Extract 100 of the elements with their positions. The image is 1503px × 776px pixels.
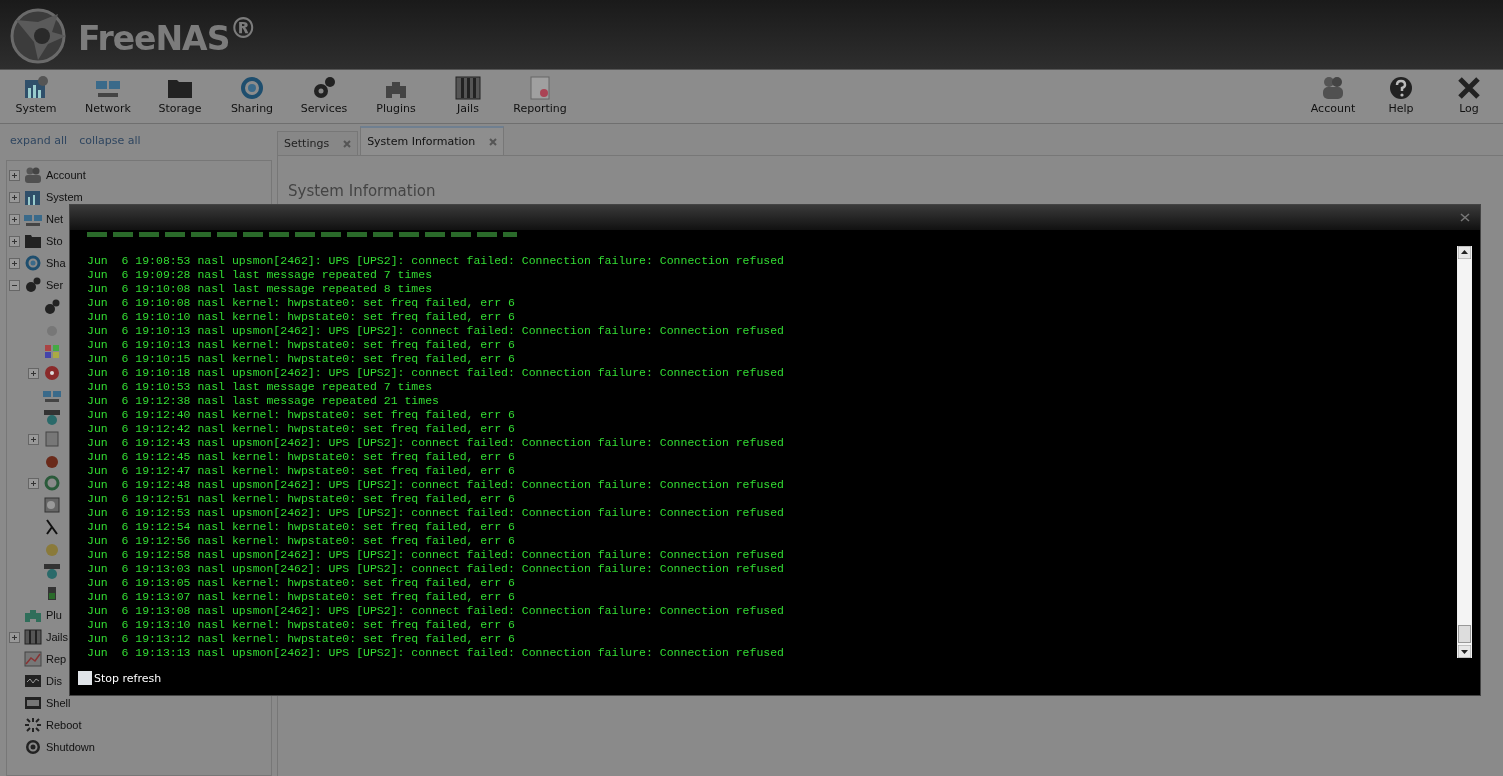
tree-item[interactable]: Dis [46,675,62,687]
tree-item[interactable]: Plu [46,609,62,621]
tree-item[interactable]: Sha [46,257,66,269]
log-line: Jun 6 19:12:38 nasl last message repeated 21 times [87,394,440,408]
tree-item[interactable]: System [46,191,83,203]
tree-link[interactable]: collapse all [79,133,141,147]
toolbar-button[interactable]: Network [72,70,144,123]
log-line: Jun 6 19:12:56 nasl kernel: hwpstate0: set freq failed, err 6 [87,534,516,548]
scroll-up-icon[interactable] [1458,246,1471,259]
sync-icon[interactable] [43,475,61,491]
log-line: Jun 6 19:10:18 nasl upsmon[2462]: UPS [UPS2]: connect failed: Connection failure: Connection refused [87,366,785,380]
log-line: Jun 6 19:13:03 nasl upsmon[2462]: UPS [UPS2]: connect failed: Connection failure: Connection refused [87,562,785,576]
tree-item[interactable]: Reboot [46,719,82,731]
log-line: Jun 6 19:13:13 nasl upsmon[2462]: UPS [UPS2]: connect failed: Connection failure: Connection refused [87,646,785,660]
expand-toggle[interactable] [9,169,20,181]
expand-toggle[interactable] [9,631,20,643]
folder-icon [24,233,42,249]
toolbar-button[interactable]: Services [288,70,360,123]
log-line: Jun 6 19:12:58 nasl upsmon[2462]: UPS [UPS2]: connect failed: Connection failure: Connection refused [87,548,785,562]
log-line: Jun 6 19:12:42 nasl kernel: hwpstate0: set freq failed, err 6 [87,422,516,436]
log-line: Jun 6 19:10:08 nasl kernel: hwpstate0: set freq failed, err 6 [87,296,516,310]
log-line: Jun 6 19:09:28 nasl last message repeated 7 times [87,268,434,282]
log-line: Jun 6 19:12:48 nasl upsmon[2462]: UPS [UPS2]: connect failed: Connection failure: Connection refused [87,478,785,492]
branch-icon[interactable] [43,519,61,535]
log-line: Jun 6 19:10:08 nasl last message repeated 8 times [87,282,434,296]
log-line: Jun 6 19:13:05 nasl kernel: hwpstate0: set freq failed, err 6 [87,576,516,590]
log-line: Jun 6 19:12:54 nasl kernel: hwpstate0: set freq failed, err 6 [87,520,516,534]
tree-link[interactable]: expand all [10,133,68,147]
toolbar-button[interactable]: Sharing [216,70,288,123]
tab[interactable]: Settings [277,131,359,155]
tree-item[interactable]: Shell [46,697,71,709]
log-line: Jun 6 19:10:15 nasl kernel: hwpstate0: set freq failed, err 6 [87,352,516,366]
checkbox[interactable] [78,671,92,685]
page-heading: System Information [288,182,437,200]
toolbar-button[interactable]: Log [1435,70,1503,123]
log-line: Jun 6 19:13:10 nasl kernel: hwpstate0: set freq failed, err 6 [87,618,516,632]
close-icon[interactable] [489,137,498,146]
people-icon [1320,76,1346,100]
log-line: Jun 6 19:08:53 nasl upsmon[2462]: UPS [UPS2]: connect failed: Connection failure: Connection refused [87,254,785,268]
close-icon[interactable] [343,139,352,148]
toolbar-button[interactable]: Account [1299,70,1367,123]
tree-item[interactable]: Rep [46,653,67,665]
log-line: Jun 6 19:12:40 nasl kernel: hwpstate0: set freq failed, err 6 [87,408,516,422]
tree-item[interactable]: Net [46,213,64,225]
toolbar-button[interactable]: System [0,70,72,123]
sync-icon [239,76,265,100]
tree-item[interactable]: Jails [46,631,68,643]
gears-icon [311,76,337,100]
report-icon [527,76,553,100]
jail-icon [455,76,481,100]
expand-toggle[interactable] [28,477,39,489]
power-icon [24,739,42,755]
chart-icon [24,189,42,205]
log-line: Jun 6 19:10:10 nasl kernel: hwpstate0: set freq failed, err 6 [87,310,516,324]
tree-item[interactable]: Account [46,169,86,181]
jail-icon [24,629,42,645]
windows-icon[interactable] [43,343,61,359]
toolbar-button[interactable]: Reporting [504,70,576,123]
log-line: Jun 6 19:12:43 nasl upsmon[2462]: UPS [UPS2]: connect failed: Connection failure: Connection refused [87,436,785,450]
close-icon[interactable] [1460,213,1470,222]
expand-toggle[interactable] [9,213,20,225]
log-line: Jun 6 19:13:08 nasl upsmon[2462]: UPS [UPS2]: connect failed: Connection failure: Connection refused [87,604,785,618]
toolbar-button[interactable]: Plugins [360,70,432,123]
toolbar-button[interactable]: Storage [144,70,216,123]
shell-icon [24,695,42,711]
log-line: Jun 6 19:13:12 nasl kernel: hwpstate0: set freq failed, err 6 [87,632,516,646]
log-line: Jun 6 19:13:07 nasl kernel: hwpstate0: set freq failed, err 6 [87,590,516,604]
gears-icon[interactable] [43,299,61,315]
expand-toggle[interactable] [28,433,39,445]
report-icon [24,651,42,667]
scroll-thumb[interactable] [1458,625,1471,643]
puzzle-icon [24,607,42,623]
log-line: Jun 6 19:12:45 nasl kernel: hwpstate0: set freq failed, err 6 [87,450,516,464]
logo-wordmark: FreeNAS$^{®}$ [78,11,256,58]
expand-toggle[interactable] [9,279,20,291]
toolbar-button[interactable]: Help [1367,70,1435,123]
log-line: Jun 6 19:10:13 nasl kernel: hwpstate0: set freq failed, err 6 [87,338,516,352]
tree-item[interactable]: Shutdown [46,741,95,753]
toolbar-button[interactable]: Jails [432,70,504,123]
tree-item[interactable]: Ser [46,279,64,291]
log-line: Jun 6 19:12:51 nasl kernel: hwpstate0: set freq failed, err 6 [87,492,516,506]
cross-icon [1456,76,1482,100]
scrollbar[interactable] [1457,246,1472,658]
screen-icon [24,673,42,689]
help-icon [1388,76,1414,100]
gears-icon [24,277,42,293]
log-line: Jun 6 19:10:53 nasl last message repeated 7 times [87,380,434,394]
scroll-down-icon[interactable] [1458,645,1471,658]
expand-toggle[interactable] [9,235,20,247]
expand-toggle[interactable] [9,257,20,269]
expand-toggle[interactable] [9,191,20,203]
tab[interactable]: System Information [360,126,505,155]
checkbox-label[interactable]: Stop refresh [94,671,162,685]
log-line: Jun 6 19:12:53 nasl upsmon[2462]: UPS [UPS2]: connect failed: Connection failure: Connection refused [87,506,785,520]
people-icon [24,167,42,183]
tree-item[interactable]: Sto [46,235,63,247]
expand-toggle[interactable] [28,367,39,379]
chart-icon [23,76,49,100]
sync-icon [24,255,42,271]
disc-icon[interactable] [43,365,61,381]
